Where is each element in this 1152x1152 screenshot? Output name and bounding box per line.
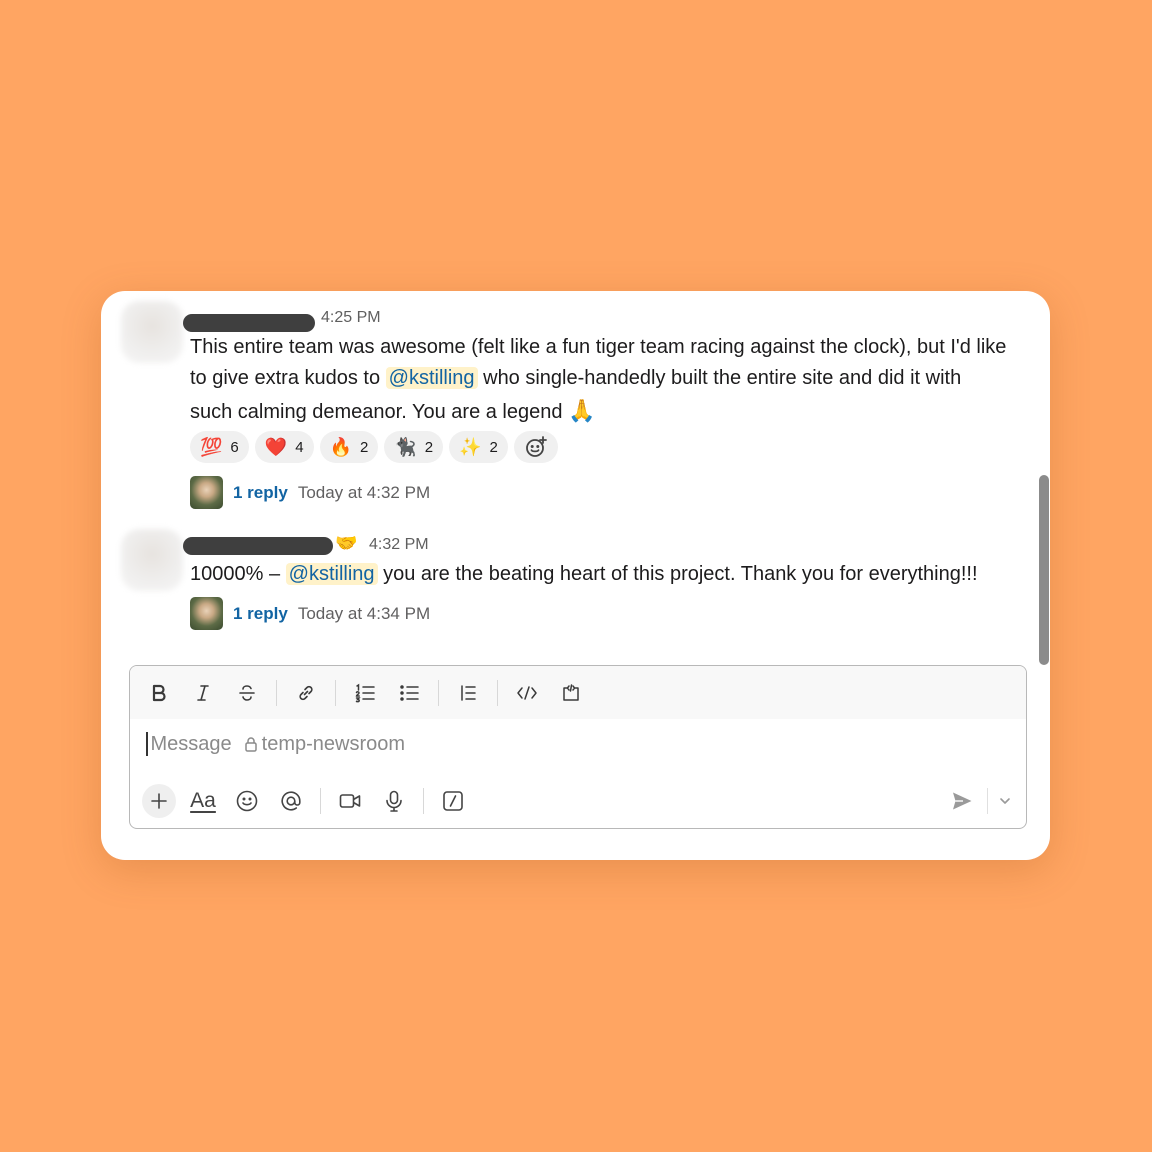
- text-caret: [146, 732, 148, 756]
- thread-summary[interactable]: 1 reply Today at 4:32 PM: [190, 476, 430, 509]
- reaction-hundred[interactable]: 💯 6: [190, 431, 249, 463]
- message-line: 10000% – @kstilling you are the beating …: [190, 559, 978, 591]
- sparkles-emoji: ✨: [459, 437, 482, 457]
- message-placeholder: Message: [150, 732, 232, 755]
- message-timestamp[interactable]: 4:32 PM: [369, 535, 429, 555]
- message-line: This entire team was awesome (felt like …: [190, 336, 1007, 358]
- video-button[interactable]: [333, 784, 367, 818]
- add-reaction-button[interactable]: [513, 431, 558, 463]
- code-icon: [517, 685, 537, 700]
- reaction-cat[interactable]: 🐈‍⬛ 2: [384, 431, 444, 463]
- message-text: 10000% –: [190, 563, 286, 585]
- text-format-label: Aa: [190, 789, 216, 812]
- toolbar-divider: [335, 679, 336, 706]
- reaction-fire[interactable]: 🔥 2: [319, 431, 379, 463]
- at-mention-icon: [281, 791, 301, 811]
- microphone-icon: [386, 790, 402, 812]
- bold-button[interactable]: [142, 676, 176, 710]
- code-block-button[interactable]: [554, 676, 588, 710]
- strikethrough-button[interactable]: [230, 676, 264, 710]
- toolbar-divider: [320, 788, 321, 814]
- reaction-sparkles[interactable]: ✨ 2: [449, 431, 508, 463]
- message-text: such calming demeanor. You are a legend: [190, 401, 569, 423]
- audio-clip-button[interactable]: [377, 784, 411, 818]
- bullet-list-icon: [400, 684, 419, 701]
- reply-avatar: [190, 597, 223, 630]
- emoji-button[interactable]: [230, 784, 264, 818]
- reaction-count: 2: [424, 438, 434, 456]
- formatting-toolbar: [130, 666, 1026, 719]
- send-button[interactable]: [945, 784, 979, 818]
- pray-emoji: 🙏: [568, 398, 596, 423]
- toolbar-divider: [423, 788, 424, 814]
- message-input[interactable]: Message temp-newsroom: [146, 732, 405, 756]
- bullet-list-button[interactable]: [392, 676, 426, 710]
- message-text: to give extra kudos to: [190, 367, 386, 389]
- mention-button[interactable]: [274, 784, 308, 818]
- code-block-icon: [563, 683, 579, 701]
- toolbar-divider: [276, 679, 277, 706]
- channel-name: temp-newsroom: [261, 732, 406, 755]
- emoji-icon: [236, 790, 258, 812]
- reply-count-link[interactable]: 1 reply: [233, 483, 288, 503]
- message-timestamp[interactable]: 4:25 PM: [321, 308, 381, 328]
- sender-avatar[interactable]: [121, 301, 183, 363]
- blockquote-button[interactable]: [451, 676, 485, 710]
- message-text: you are the beating heart of this projec…: [377, 563, 978, 585]
- toolbar-divider: [438, 679, 439, 706]
- plus-icon: [151, 793, 167, 809]
- reaction-heart[interactable]: ❤️ 4: [254, 431, 314, 463]
- reaction-count: 6: [230, 438, 239, 456]
- link-button[interactable]: [289, 676, 323, 710]
- composer-actions: Aa: [142, 784, 480, 818]
- italic-icon: [197, 684, 209, 701]
- black-cat-emoji: 🐈‍⬛: [394, 437, 417, 457]
- reaction-count: 2: [359, 438, 369, 456]
- reply-timestamp: Today at 4:34 PM: [297, 603, 431, 623]
- send-divider: [987, 788, 988, 814]
- message-text: who single-handedly built the entire sit…: [477, 367, 962, 389]
- send-icon: [953, 792, 972, 810]
- strikethrough-icon: [239, 684, 255, 701]
- add-reaction-icon: [525, 436, 547, 457]
- hundred-emoji: 💯: [200, 437, 223, 457]
- message-line: such calming demeanor. You are a legend …: [190, 395, 595, 429]
- sender-avatar[interactable]: [121, 529, 183, 591]
- ordered-list-button[interactable]: [348, 676, 382, 710]
- text-format-toggle-button[interactable]: Aa: [186, 784, 220, 818]
- toolbar-divider: [497, 679, 498, 706]
- chevron-down-icon: [1000, 798, 1010, 804]
- blockquote-icon: [461, 684, 476, 701]
- scrollbar-thumb[interactable]: [1039, 475, 1049, 665]
- code-button[interactable]: [510, 676, 544, 710]
- thread-summary[interactable]: 1 reply Today at 4:34 PM: [190, 597, 430, 630]
- fire-emoji: 🔥: [329, 437, 352, 457]
- reaction-bar: 💯 6 ❤️ 4 🔥 2 🐈‍⬛ 2 ✨ 2: [190, 431, 558, 463]
- slash-command-icon: [443, 791, 463, 811]
- heart-emoji: ❤️: [264, 437, 288, 457]
- italic-button[interactable]: [186, 676, 220, 710]
- lock-icon: [244, 737, 257, 752]
- reaction-count: 2: [489, 438, 498, 456]
- user-mention[interactable]: @kstilling: [285, 563, 378, 585]
- send-controls: [945, 784, 1014, 818]
- attach-button[interactable]: [142, 784, 176, 818]
- slash-command-button[interactable]: [436, 784, 470, 818]
- bold-icon: [152, 684, 166, 701]
- ordered-list-icon: [355, 683, 375, 702]
- reply-avatar: [190, 476, 223, 509]
- reply-timestamp: Today at 4:32 PM: [297, 482, 431, 502]
- message-panel: 4:25 PM This entire team was awesome (fe…: [101, 291, 1050, 860]
- sender-name-redacted[interactable]: [183, 314, 315, 332]
- user-mention[interactable]: @kstilling: [385, 367, 478, 389]
- video-icon: [339, 794, 361, 808]
- message-composer: Message temp-newsroom Aa: [129, 665, 1027, 829]
- link-icon: [299, 685, 313, 700]
- schedule-send-button[interactable]: [996, 784, 1014, 818]
- reply-count-link[interactable]: 1 reply: [233, 604, 288, 624]
- status-emoji: 🤝: [335, 533, 358, 553]
- message-line: to give extra kudos to @kstilling who si…: [190, 363, 961, 395]
- sender-name-redacted[interactable]: [183, 537, 333, 555]
- reaction-count: 4: [295, 438, 304, 456]
